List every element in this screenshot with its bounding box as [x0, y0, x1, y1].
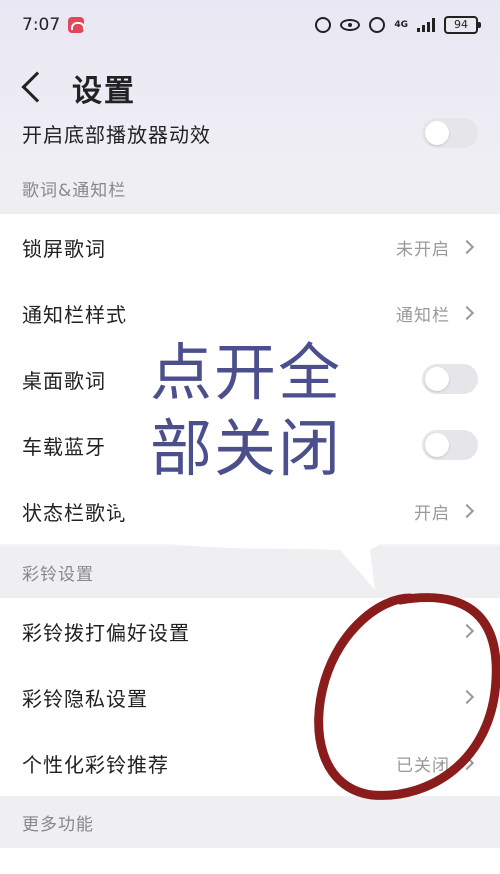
chevron-right-icon — [459, 623, 475, 639]
setting-value: 开启 — [414, 503, 450, 524]
section-header-more-features: 更多功能 — [0, 796, 500, 848]
status-bar: 7:07 4G 94 — [0, 0, 500, 50]
setting-lock-screen-lyrics[interactable]: 锁屏歌词 未开启 — [0, 214, 500, 280]
car-bluetooth-toggle[interactable] — [422, 430, 478, 460]
setting-label: 彩铃拨打偏好设置 — [22, 620, 190, 645]
setting-ringtone-privacy[interactable]: 彩铃隐私设置 — [0, 664, 500, 730]
eye-icon — [340, 19, 361, 31]
chevron-right-icon — [459, 503, 475, 519]
setting-label: 车载蓝牙 — [22, 434, 106, 459]
annotation-text: 点开全 部关闭 — [150, 335, 380, 487]
nfc-icon — [315, 17, 332, 33]
chevron-right-icon — [459, 689, 475, 705]
status-time: 7:07 — [22, 15, 61, 35]
setting-value: 已关闭 — [396, 755, 450, 776]
app-notification-icon — [68, 17, 86, 33]
section-header-lyrics-notification: 歌词&通知栏 — [0, 162, 500, 214]
setting-value: 通知栏 — [396, 305, 450, 326]
setting-value: 未开启 — [396, 239, 450, 260]
bottom-player-animation-toggle[interactable] — [422, 118, 478, 148]
setting-label: 锁屏歌词 — [22, 236, 106, 261]
alarm-icon — [369, 17, 386, 33]
section-header-ringtone: 彩铃设置 — [0, 546, 500, 598]
setting-label: 桌面歌词 — [22, 368, 106, 393]
battery-icon: 94 — [444, 16, 481, 34]
setting-bottom-player-animation[interactable]: 开启底部播放器动效 — [0, 100, 500, 166]
setting-partial-bottom-row[interactable] — [0, 848, 500, 874]
chevron-right-icon — [459, 755, 475, 771]
back-arrow-icon[interactable] — [21, 71, 53, 103]
setting-statusbar-lyrics[interactable]: 状态栏歌词 开启 — [0, 478, 500, 544]
setting-personalized-ringtone-recommend[interactable]: 个性化彩铃推荐 已关闭 — [0, 730, 500, 796]
desktop-lyrics-toggle[interactable] — [422, 364, 478, 394]
setting-label: 开启底部播放器动效 — [22, 122, 211, 147]
setting-label: 个性化彩铃推荐 — [22, 752, 169, 777]
setting-label: 状态栏歌词 — [22, 500, 127, 525]
setting-label: 通知栏样式 — [22, 302, 127, 327]
chevron-right-icon — [459, 239, 475, 255]
annotation-line-2: 部关闭 — [150, 412, 343, 485]
setting-ringtone-call-preference[interactable]: 彩铃拨打偏好设置 — [0, 598, 500, 664]
annotation-line-1: 点开全 — [150, 336, 343, 409]
signal-icon — [417, 18, 435, 32]
chevron-right-icon — [459, 305, 475, 321]
network-type-label: 4G — [394, 19, 408, 30]
setting-label: 彩铃隐私设置 — [22, 686, 148, 711]
status-icons: 4G 94 — [315, 16, 481, 34]
